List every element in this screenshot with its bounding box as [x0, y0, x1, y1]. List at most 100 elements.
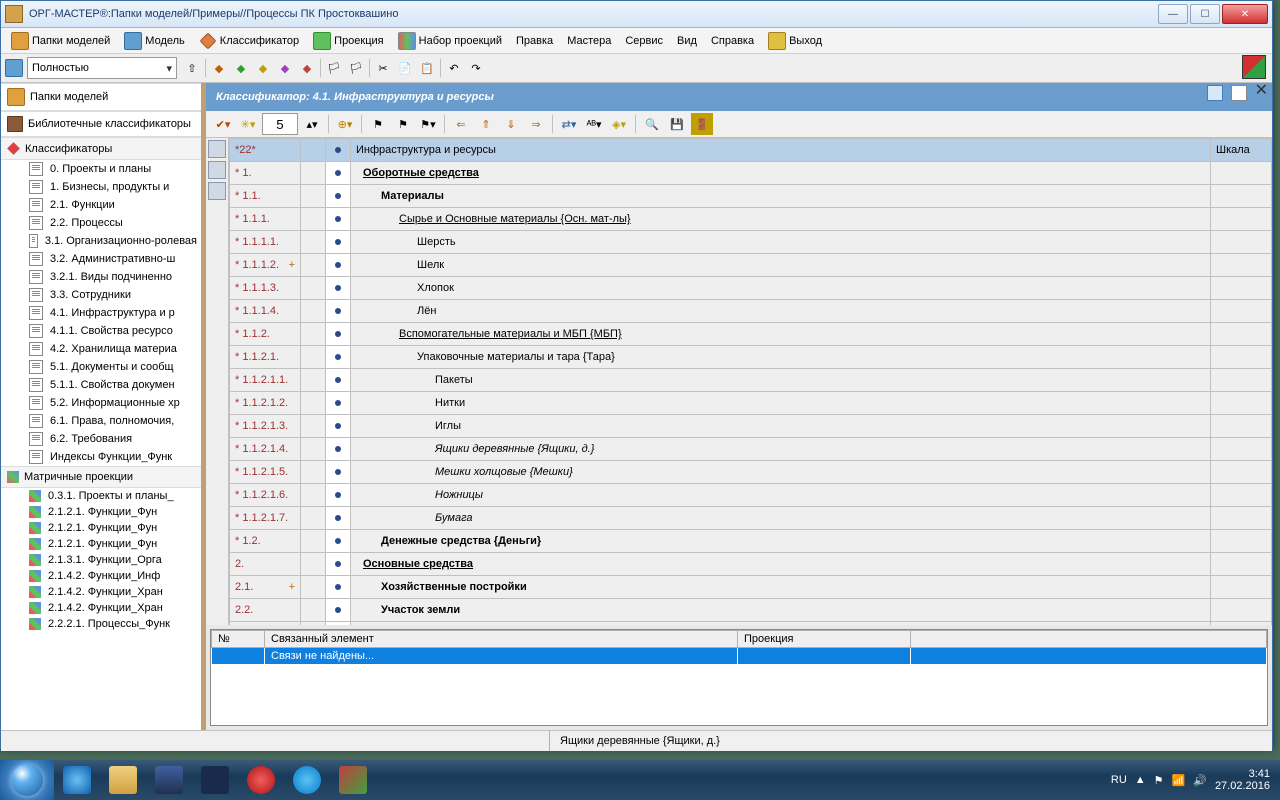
- arrow-up-button[interactable]: ⇑: [475, 113, 497, 135]
- gutter-btn-2[interactable]: [208, 161, 226, 179]
- panel-close-icon[interactable]: ✕: [1255, 85, 1268, 99]
- links-col-element[interactable]: Связанный элемент: [265, 631, 738, 648]
- sidebar-item[interactable]: 6.1. Права, полномочия,: [1, 412, 201, 430]
- sidebar-matrix-item[interactable]: 2.1.2.1. Функции_Фун: [1, 504, 201, 520]
- menu-edit[interactable]: Правка: [510, 33, 559, 49]
- indicator-button[interactable]: ◈▾: [608, 113, 630, 135]
- sidebar-item[interactable]: 5.1. Документы и сообщ: [1, 358, 201, 376]
- menu-exit[interactable]: Выход: [762, 30, 828, 52]
- level-input[interactable]: [262, 113, 298, 135]
- tray-action-center-icon[interactable]: ⚑: [1154, 774, 1164, 787]
- expand-button[interactable]: ⊕▾: [334, 113, 356, 135]
- menu-help[interactable]: Справка: [705, 33, 760, 49]
- arrow-right-button[interactable]: ⇒: [525, 113, 547, 135]
- new-item-button[interactable]: ✳▾: [237, 113, 259, 135]
- check-button[interactable]: ✔▾: [212, 113, 234, 135]
- sidebar-matrix-item[interactable]: 0.3.1. Проекты и планы_: [1, 488, 201, 504]
- flag3-button[interactable]: ⚑▾: [417, 113, 439, 135]
- maximize-button[interactable]: ☐: [1190, 4, 1220, 24]
- display-mode-combo[interactable]: Полностью▾: [27, 57, 177, 79]
- sidebar-matrix-item[interactable]: 2.1.2.1. Функции_Фун: [1, 536, 201, 552]
- flag1-button[interactable]: ⚑: [367, 113, 389, 135]
- close-button[interactable]: ✕: [1222, 4, 1268, 24]
- menu-service[interactable]: Сервис: [619, 33, 669, 49]
- links-col-num[interactable]: №: [212, 631, 265, 648]
- grid-row[interactable]: * 1.1.2.1.2.Нитки: [230, 392, 1272, 415]
- grid-row[interactable]: * 1.1.2.1.Упаковочные материалы и тара {…: [230, 346, 1272, 369]
- tool-flag-1[interactable]: 🏳: [323, 57, 345, 79]
- grid-row[interactable]: * 1.1.1.1.Шерсть: [230, 231, 1272, 254]
- tool-btn-4[interactable]: ◆: [274, 57, 296, 79]
- paste-button[interactable]: 📋: [416, 57, 438, 79]
- tray-volume-icon[interactable]: 🔊: [1193, 774, 1207, 787]
- menu-classifier[interactable]: Классификатор: [193, 30, 305, 52]
- tray-lang[interactable]: RU: [1111, 774, 1127, 786]
- sidebar-item[interactable]: 4.1.1. Свойства ресурсо: [1, 322, 201, 340]
- taskbar-skype[interactable]: [284, 760, 330, 800]
- sidebar-item[interactable]: 5.2. Информационные хр: [1, 394, 201, 412]
- sidebar-item[interactable]: 1. Бизнесы, продукты и: [1, 178, 201, 196]
- sidebar-section-folders[interactable]: Папки моделей: [1, 83, 201, 111]
- save-button[interactable]: 💾: [666, 113, 688, 135]
- grid-row[interactable]: 2.1.+Хозяйственные постройки: [230, 576, 1272, 599]
- sidebar-item[interactable]: Индексы Функции_Функ: [1, 448, 201, 466]
- undo-button[interactable]: ↶: [443, 57, 465, 79]
- taskbar-media[interactable]: [146, 760, 192, 800]
- grid-row[interactable]: * 1.1.2.1.1.Пакеты: [230, 369, 1272, 392]
- tool-btn-2[interactable]: ◆: [230, 57, 252, 79]
- tool-btn-1[interactable]: ◆: [208, 57, 230, 79]
- tool-btn-3[interactable]: ◆: [252, 57, 274, 79]
- grid-row[interactable]: * 1.Оборотные средства: [230, 162, 1272, 185]
- sidebar-item[interactable]: 2.1. Функции: [1, 196, 201, 214]
- redo-button[interactable]: ↷: [465, 57, 487, 79]
- classifier-grid[interactable]: *22*Инфраструктура и ресурсыШкала* 1.Обо…: [229, 138, 1272, 625]
- sidebar-item[interactable]: 3.3. Сотрудники: [1, 286, 201, 304]
- sidebar-item[interactable]: 0. Проекты и планы: [1, 160, 201, 178]
- taskbar-ie[interactable]: [54, 760, 100, 800]
- sidebar-item[interactable]: 5.1.1. Свойства докумен: [1, 376, 201, 394]
- menu-model[interactable]: Модель: [118, 30, 190, 52]
- grid-row[interactable]: * 1.1.1.4.Лён: [230, 300, 1272, 323]
- grid-row[interactable]: * 1.1.1.3.Хлопок: [230, 277, 1272, 300]
- grid-row[interactable]: 2.2.Участок земли: [230, 599, 1272, 622]
- gutter-btn-1[interactable]: [208, 140, 226, 158]
- nav-up-button[interactable]: ⇧: [181, 57, 203, 79]
- menu-projection[interactable]: Проекция: [307, 30, 389, 52]
- sidebar-item[interactable]: 4.1. Инфраструктура и р: [1, 304, 201, 322]
- sidebar-item[interactable]: 2.2. Процессы: [1, 214, 201, 232]
- abc-button[interactable]: ᴬᴮ▾: [583, 113, 605, 135]
- arrow-left-button[interactable]: ⇐: [450, 113, 472, 135]
- grid-row[interactable]: * 1.1.2.Вспомогательные материалы и МБП …: [230, 323, 1272, 346]
- menu-masters[interactable]: Мастера: [561, 33, 617, 49]
- search-button[interactable]: 🔍: [641, 113, 663, 135]
- grid-row[interactable]: * 1.1.2.1.3.Иглы: [230, 415, 1272, 438]
- sidebar-matrix-item[interactable]: 2.1.4.2. Функции_Хран: [1, 600, 201, 616]
- sidebar-item[interactable]: 3.1. Организационно-ролевая: [1, 232, 201, 250]
- grid-row[interactable]: * 1.2.Денежные средства {Деньги}: [230, 530, 1272, 553]
- grid-row[interactable]: * 1.1.1.2.+Шелк: [230, 254, 1272, 277]
- sidebar-matrix-item[interactable]: 2.2.2.1. Процессы_Функ: [1, 616, 201, 632]
- grid-row[interactable]: 2.3.+Тепловое оборудование: [230, 622, 1272, 626]
- grid-row[interactable]: *22*Инфраструктура и ресурсыШкала: [230, 139, 1272, 162]
- tool-flag-2[interactable]: 🏳: [345, 57, 367, 79]
- sidebar-matrix-item[interactable]: 2.1.2.1. Функции_Фун: [1, 520, 201, 536]
- grid-row[interactable]: * 1.1.1.Сырье и Основные материалы {Осн.…: [230, 208, 1272, 231]
- start-button[interactable]: [0, 760, 54, 800]
- panel-new-icon[interactable]: [1231, 85, 1247, 101]
- taskbar-app[interactable]: [330, 760, 376, 800]
- link-button[interactable]: ⇄▾: [558, 113, 580, 135]
- grid-row[interactable]: * 1.1.2.1.7.Бумага: [230, 507, 1272, 530]
- links-col-projection[interactable]: Проекция: [738, 631, 911, 648]
- grid-row[interactable]: * 1.1.2.1.5.Мешки холщовые {Мешки}: [230, 461, 1272, 484]
- sidebar-item[interactable]: 3.2.1. Виды подчиненно: [1, 268, 201, 286]
- sidebar-section-matrix[interactable]: Матричные проекции: [1, 466, 201, 488]
- tray-flag-icon[interactable]: ▲: [1135, 774, 1146, 786]
- minimize-button[interactable]: —: [1158, 4, 1188, 24]
- tray-network-icon[interactable]: 📶: [1172, 774, 1186, 787]
- links-row-empty[interactable]: Связи не найдены...: [212, 648, 1267, 665]
- sidebar-matrix-item[interactable]: 2.1.3.1. Функции_Орга: [1, 552, 201, 568]
- level-spinner[interactable]: ▴▾: [301, 113, 323, 135]
- taskbar-opera[interactable]: [238, 760, 284, 800]
- sidebar-item[interactable]: 3.2. Административно-ш: [1, 250, 201, 268]
- sidebar-section-library[interactable]: Библиотечные классификаторы: [1, 111, 201, 137]
